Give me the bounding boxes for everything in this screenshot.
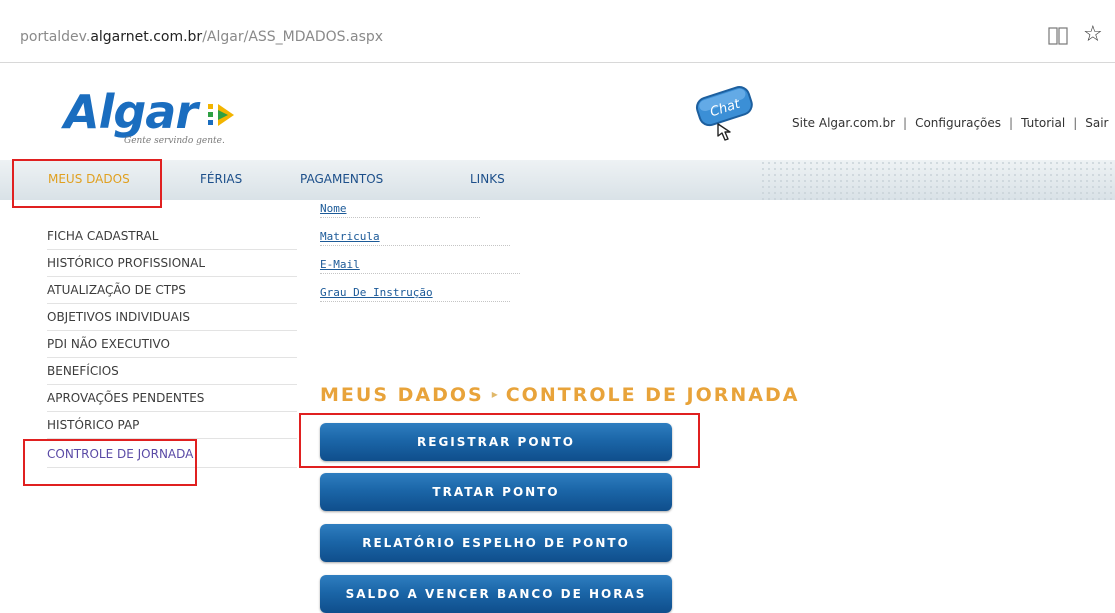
sidebar-item-historico-pap[interactable]: HISTÓRICO PAP bbox=[47, 412, 297, 439]
sublink-divider bbox=[320, 244, 510, 246]
tratar-ponto-button[interactable]: TRATAR PONTO bbox=[320, 473, 672, 511]
nav-ferias[interactable]: FÉRIAS bbox=[200, 172, 242, 186]
top-links: Site Algar.com.br | Configurações | Tutorial… bbox=[792, 116, 1109, 130]
nav-pattern bbox=[760, 160, 1115, 200]
sidebar-item-atualizacao-ctps[interactable]: ATUALIZAÇÃO DE CTPS bbox=[47, 277, 297, 304]
annotation-box-registrar-ponto bbox=[299, 413, 700, 468]
link-sair[interactable]: Sair bbox=[1085, 116, 1108, 130]
nav-pagamentos[interactable]: PAGAMENTOS bbox=[300, 172, 383, 186]
sidebar-item-objetivos-individuais[interactable]: OBJETIVOS INDIVIDUAIS bbox=[47, 304, 297, 331]
star-icon[interactable]: ☆ bbox=[1083, 24, 1103, 46]
url-text[interactable]: portaldev.algarnet.com.br/Algar/ASS_MDAD… bbox=[20, 29, 383, 45]
page-title: MEUS DADOS ▸ CONTROLE DE JORNADA bbox=[320, 384, 799, 406]
relatorio-espelho-ponto-button[interactable]: RELATÓRIO ESPELHO DE PONTO bbox=[320, 524, 672, 562]
sidebar-item-historico-profissional[interactable]: HISTÓRICO PROFISSIONAL bbox=[47, 250, 297, 277]
saldo-banco-horas-button[interactable]: SALDO A VENCER BANCO DE HORAS bbox=[320, 575, 672, 613]
sublink-divider bbox=[320, 300, 510, 302]
sublink-nome[interactable]: Nome bbox=[320, 202, 347, 215]
breadcrumb-chevron-icon: ▸ bbox=[491, 387, 498, 401]
breadcrumb-page: CONTROLE DE JORNADA bbox=[505, 384, 800, 406]
sublink-matricula[interactable]: Matricula bbox=[320, 230, 380, 243]
sublink-grau-instrucao[interactable]: Grau De Instrução bbox=[320, 286, 433, 299]
link-tutorial[interactable]: Tutorial bbox=[1021, 116, 1065, 130]
chat-button-icon[interactable]: Chat bbox=[692, 86, 758, 142]
sidebar-item-beneficios[interactable]: BENEFÍCIOS bbox=[47, 358, 297, 385]
main-nav-bar bbox=[0, 160, 1115, 200]
sublink-divider bbox=[320, 216, 480, 218]
logo-wordmark: Algar bbox=[64, 85, 198, 139]
algar-logo: Algar Gente servindo gente. bbox=[64, 86, 244, 156]
link-configuracoes[interactable]: Configurações bbox=[915, 116, 1001, 130]
annotation-box-controle-jornada bbox=[23, 439, 197, 486]
nav-links[interactable]: LINKS bbox=[470, 172, 505, 186]
sidebar-item-pdi-nao-executivo[interactable]: PDI NÃO EXECUTIVO bbox=[47, 331, 297, 358]
book-icon[interactable] bbox=[1048, 27, 1068, 45]
sidebar-item-ficha-cadastral[interactable]: FICHA CADASTRAL bbox=[47, 223, 297, 250]
logo-tagline: Gente servindo gente. bbox=[124, 136, 225, 146]
annotation-box-meus-dados bbox=[12, 159, 162, 208]
breadcrumb-section: MEUS DADOS bbox=[320, 384, 484, 406]
sublink-email[interactable]: E-Mail bbox=[320, 258, 360, 271]
logo-arrows-icon bbox=[208, 104, 234, 126]
link-site-algar[interactable]: Site Algar.com.br bbox=[792, 116, 895, 130]
sublink-divider bbox=[320, 272, 520, 274]
sidebar-item-aprovacoes-pendentes[interactable]: APROVAÇÕES PENDENTES bbox=[47, 385, 297, 412]
